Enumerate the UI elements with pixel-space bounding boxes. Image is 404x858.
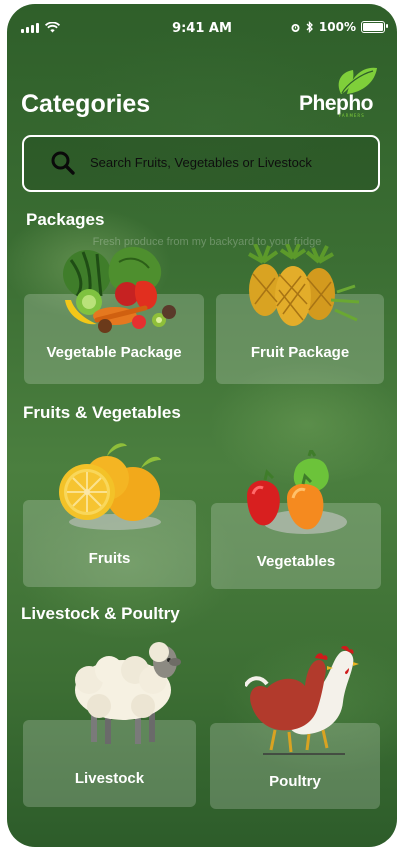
poultry-image <box>245 646 359 755</box>
livestock-image <box>75 642 181 744</box>
category-label: Poultry <box>269 773 321 790</box>
search-input[interactable] <box>90 151 370 173</box>
logo-subtext: FARMERS <box>339 113 365 118</box>
section-title-fruits-vegetables: Fruits & Vegetables <box>23 403 181 422</box>
vegetables-image <box>247 450 347 534</box>
section-title-livestock-poultry: Livestock & Poultry <box>21 604 180 623</box>
category-label: Vegetable Package <box>46 344 182 361</box>
bluetooth-icon <box>306 21 313 33</box>
fruits-image <box>59 443 161 530</box>
vegetable-package-image <box>63 246 176 333</box>
battery-percent: 100% <box>318 20 356 34</box>
fruit-package-image <box>248 244 360 326</box>
search-bar[interactable] <box>22 135 380 192</box>
page-title: Categories <box>21 90 151 118</box>
status-bar: 9:41 AM 100% <box>7 4 397 48</box>
section-title-packages: Packages <box>26 210 105 229</box>
category-label: Fruit Package <box>250 344 350 361</box>
category-label: Vegetables <box>256 553 336 570</box>
status-right: 100% <box>290 20 388 34</box>
category-label: Fruits <box>88 550 131 567</box>
brand-logo: Phepho FARMERS <box>299 64 381 120</box>
alarm-icon <box>291 23 300 32</box>
app-screen: 9:41 AM 100% Categories Phepho FARMERS S… <box>7 4 397 847</box>
search-icon <box>51 151 75 175</box>
battery-icon <box>361 21 388 33</box>
category-label: Livestock <box>74 770 145 787</box>
